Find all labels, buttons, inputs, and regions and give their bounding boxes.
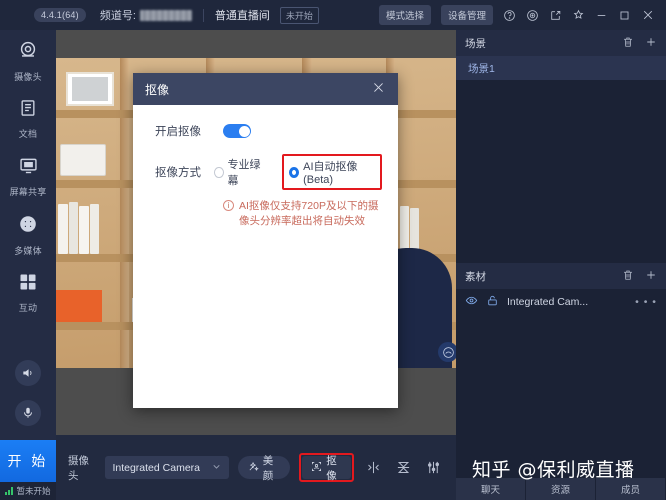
scene-list-item[interactable]: 场景1: [456, 56, 666, 80]
dialog-title: 抠像: [145, 82, 170, 97]
sidebar-label: 屏幕共享: [9, 187, 47, 197]
speaker-icon[interactable]: [15, 360, 41, 386]
plus-icon[interactable]: [645, 36, 657, 51]
radio-button: [214, 166, 224, 178]
room-type-label: 普通直播间: [214, 10, 270, 22]
person-crop-icon: [311, 461, 322, 475]
mode-select-button[interactable]: 模式选择: [378, 5, 431, 25]
keying-warning: i AI抠像仅支持720P及以下的摄像头分辨率超出将自动失效: [223, 199, 382, 229]
interaction-icon: [18, 272, 38, 297]
left-sidebar: 摄像头 文档 屏幕共享 多媒体 互动 开 始 暂未开始: [0, 30, 56, 500]
enable-keying-toggle[interactable]: [223, 124, 251, 138]
camera-select-value: Integrated Camera: [112, 461, 201, 474]
right-panel: 场景 场景1 素材 Integrated Cam... • • •: [456, 30, 666, 500]
title-bar: 4.4.1(64) 频道号: 普通直播间 未开始 模式选择 设备管理: [0, 0, 666, 30]
sidebar-label: 多媒体: [14, 246, 42, 256]
enable-keying-label: 开启抠像: [155, 126, 201, 138]
plus-icon[interactable]: [645, 269, 657, 284]
status-badge: 未开始: [279, 6, 319, 24]
material-list-item[interactable]: Integrated Cam... • • •: [456, 289, 666, 315]
sidebar-label: 摄像头: [14, 72, 42, 82]
microphone-icon[interactable]: [15, 400, 41, 426]
app-window: 4.4.1(64) 频道号: 普通直播间 未开始 模式选择 设备管理 摄像头 文…: [0, 0, 666, 500]
stream-status: 暂未开始: [0, 482, 56, 500]
device-manage-button[interactable]: 设备管理: [440, 5, 493, 25]
keying-method-label: 抠像方式: [155, 167, 201, 179]
sidebar-item-camera[interactable]: 摄像头: [0, 30, 56, 89]
sidebar-label: 文档: [18, 129, 38, 139]
chevron-down-icon: [211, 461, 222, 475]
divider: [202, 8, 204, 22]
sidebar-item-screen-share[interactable]: 屏幕共享: [0, 146, 56, 204]
toggle-knob: [238, 125, 250, 137]
start-button[interactable]: 开 始: [0, 440, 56, 482]
target-icon[interactable]: [526, 9, 539, 22]
minimize-icon[interactable]: [595, 9, 608, 22]
eye-icon[interactable]: [465, 294, 478, 310]
mirror-flip-icon[interactable]: [363, 460, 384, 475]
radio-ai-label: AI自动抠像(Beta): [303, 161, 358, 186]
keying-method-row: 抠像方式 专业绿幕 AI自动抠像(Beta): [155, 154, 383, 190]
align-center-icon[interactable]: [393, 460, 414, 475]
titlebar-actions: 模式选择 设备管理: [378, 5, 658, 25]
watermark-text: 知乎 @保利威直播: [472, 459, 635, 481]
channel-label: 频道号:: [99, 10, 136, 22]
version-badge: 4.4.1(64): [34, 8, 86, 22]
dialog-header: 抠像: [133, 73, 398, 105]
unlock-icon[interactable]: [486, 294, 499, 310]
signal-bars-icon: [5, 487, 14, 495]
sidebar-item-document[interactable]: 文档: [0, 89, 56, 146]
camera-source-label: 摄像头: [68, 454, 89, 482]
dialog-body: 开启抠像 抠像方式 专业绿幕 AI自动抠像(Beta) i AI抠像仅支持720…: [133, 105, 398, 229]
material-item-label: Integrated Cam...: [507, 296, 589, 308]
scene-panel-title: 场景: [465, 37, 486, 50]
radio-ai-highlight: AI自动抠像(Beta): [281, 154, 383, 190]
beauty-button[interactable]: 美颜: [237, 455, 291, 482]
sidebar-item-interaction[interactable]: 互动: [0, 263, 56, 320]
screen-share-icon: [18, 155, 39, 181]
preview-toolbar: 摄像头 Integrated Camera 美颜 抠像: [56, 435, 456, 500]
sparkle-icon: [248, 461, 259, 475]
keying-button-highlight: 抠像: [299, 453, 355, 482]
material-panel-header: 素材: [456, 263, 666, 289]
pin-icon[interactable]: [572, 9, 585, 22]
radio-greenscreen-label: 专业绿幕: [227, 159, 261, 187]
trash-icon[interactable]: [622, 36, 634, 51]
scene-panel-actions: [622, 36, 657, 51]
close-icon[interactable]: [641, 8, 655, 22]
scene-list-empty-area: [456, 80, 666, 263]
watermark-badge: [438, 342, 456, 362]
scene-item-label: 场景1: [468, 62, 495, 75]
sidebar-item-multimedia[interactable]: 多媒体: [0, 204, 56, 263]
channel-number-masked: [139, 9, 192, 21]
enable-keying-row: 开启抠像: [155, 123, 382, 139]
multimedia-icon: [17, 213, 39, 240]
document-icon: [18, 98, 38, 123]
keying-button-label: 抠像: [326, 454, 337, 482]
radio-button-selected: [288, 166, 300, 178]
audio-sliders-icon[interactable]: [423, 460, 444, 475]
close-icon[interactable]: [371, 80, 386, 98]
beauty-button-label: 美颜: [262, 454, 274, 482]
radio-ai-auto[interactable]: AI自动抠像(Beta): [288, 158, 373, 186]
info-icon: i: [223, 200, 234, 211]
keying-dialog: 抠像 开启抠像 抠像方式 专业绿幕 AI自动抠像(Beta) i AI抠像仅支持…: [133, 73, 398, 408]
radio-greenscreen[interactable]: 专业绿幕: [214, 156, 264, 188]
material-panel-title: 素材: [465, 270, 486, 283]
more-icon[interactable]: • • •: [635, 296, 657, 308]
keying-warning-text: AI抠像仅支持720P及以下的摄像头分辨率超出将自动失效: [239, 200, 379, 228]
material-panel-actions: [622, 269, 657, 284]
external-link-icon[interactable]: [549, 9, 562, 22]
scene-panel-header: 场景: [456, 30, 666, 56]
maximize-icon[interactable]: [618, 9, 631, 22]
stream-status-label: 暂未开始: [16, 486, 51, 496]
camera-icon: [17, 39, 39, 66]
keying-button[interactable]: 抠像: [302, 455, 352, 482]
sidebar-label: 互动: [18, 303, 38, 313]
camera-select[interactable]: Integrated Camera: [105, 456, 229, 479]
trash-icon[interactable]: [622, 269, 634, 284]
help-icon[interactable]: [503, 9, 516, 22]
